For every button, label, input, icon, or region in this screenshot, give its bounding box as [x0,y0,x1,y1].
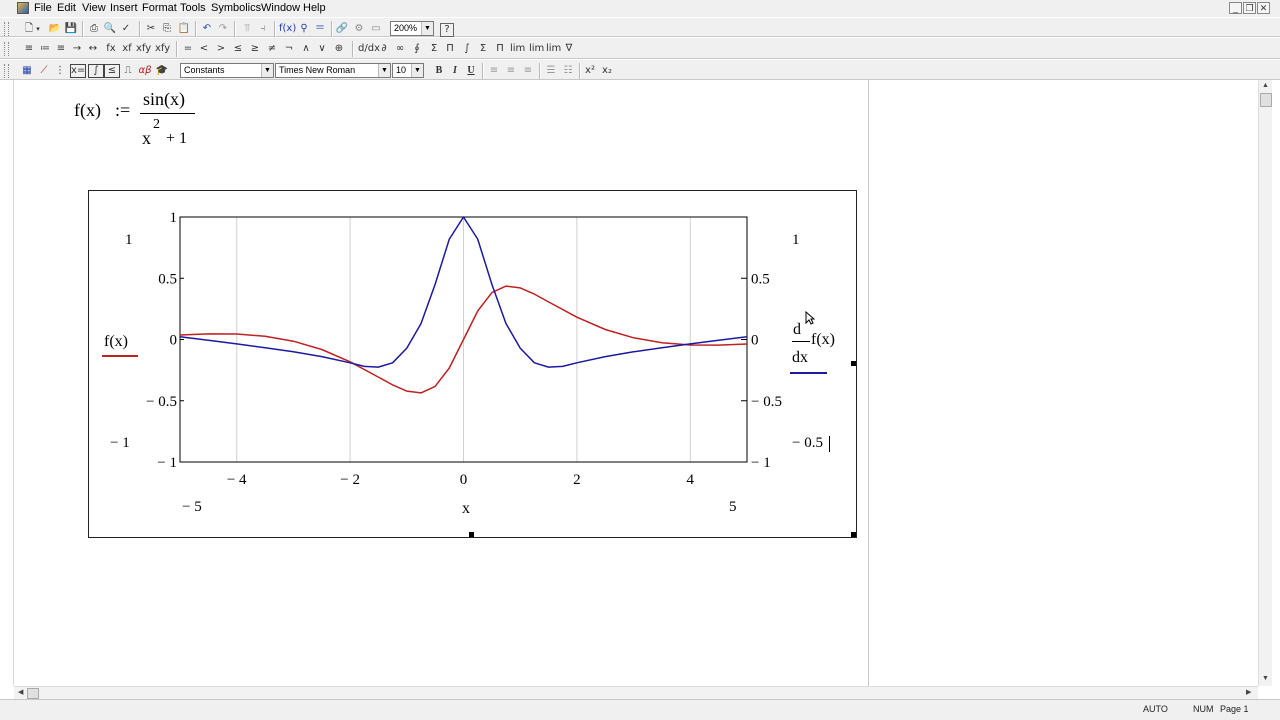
x-tick-label: 0 [460,472,468,488]
left-trace-label[interactable]: f(x) [104,333,128,351]
scroll-down-icon[interactable]: ▼ [1262,675,1269,682]
x-tick-label: 4 [687,472,695,488]
y2-tick-label: 0.5 [751,271,770,287]
num-lock-status: NUM [1193,704,1214,714]
x-axis-left-limit[interactable]: − 5 [182,499,202,516]
derivative-fraction-bar [792,341,810,342]
scroll-right-icon[interactable]: ▶ [1246,688,1251,696]
y-axis-top-limit[interactable]: 1 [125,232,133,249]
y-tick-label: 1 [170,210,178,226]
right-trace-label[interactable]: f(x) [811,331,835,349]
resize-handle-bottom[interactable] [469,532,474,537]
y-tick-label: − 0.5 [146,394,177,410]
vertical-scroll-thumb[interactable] [1260,93,1272,107]
resize-handle-corner[interactable] [851,532,856,537]
y-tick-label: 0 [170,333,178,349]
resize-handle-right[interactable] [851,361,856,366]
x-axis-label[interactable]: x [462,500,470,518]
x-tick-label: 2 [573,472,581,488]
x-axis-right-limit[interactable]: 5 [729,499,737,516]
y2-tick-label: 0 [751,333,759,349]
y2-tick-label: − 1 [751,455,771,471]
left-trace-legend-line [102,355,138,357]
page-status: Page 1 [1220,704,1249,714]
horizontal-scrollbar[interactable]: ◀ ▶ [14,686,1258,699]
scroll-up-icon[interactable]: ▲ [1262,82,1269,89]
y-axis-bottom-limit[interactable]: − 1 [110,435,130,452]
calc-mode-status: AUTO [1143,704,1168,714]
right-trace-dx: dx [792,349,808,366]
status-bar: AUTO NUM Page 1 [0,699,1280,720]
plot-canvas: − 4 − 2 0 2 4 1 0.5 0 − 0.5 − 1 0.5 0 − 0.5 − 1 [146,210,782,488]
y2-tick-label: − 0.5 [751,394,782,410]
text-cursor [829,436,830,452]
y-tick-label: − 1 [157,455,177,471]
mouse-pointer-icon [805,311,815,325]
scroll-left-icon[interactable]: ◀ [18,688,23,696]
vertical-scrollbar[interactable]: ▲ ▼ [1258,80,1272,686]
right-trace-d: d [793,321,801,338]
y2-axis-top-limit[interactable]: 1 [792,232,800,249]
x-tick-label: − 4 [227,472,247,488]
right-trace-legend-line [790,372,827,374]
y2-axis-bottom-limit[interactable]: − 0.5 [792,435,823,452]
horizontal-scroll-thumb[interactable] [27,688,39,699]
x-tick-label: − 2 [340,472,360,488]
y-tick-label: 0.5 [158,271,177,287]
